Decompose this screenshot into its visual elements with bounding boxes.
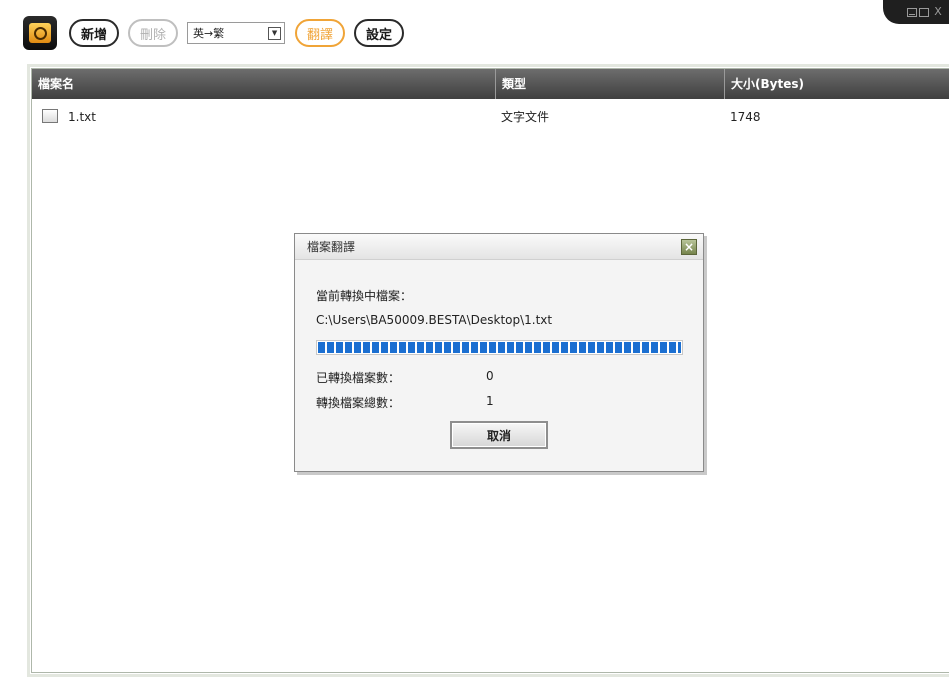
table-row[interactable]: 1.txt 文字文件 1748 <box>32 107 949 127</box>
translate-button[interactable]: 翻譯 <box>295 19 346 47</box>
column-header-name[interactable]: 檔案名 <box>32 69 495 99</box>
dialog-title: 檔案翻譯 <box>295 234 703 260</box>
progress-fill <box>318 342 681 353</box>
file-translation-dialog: 檔案翻譯 × 當前轉換中檔案： C:\Users\BA50009.BESTA\D… <box>294 233 704 472</box>
close-icon[interactable]: X <box>931 6 945 18</box>
file-size: 1748 <box>730 110 761 124</box>
dialog-title-text: 檔案翻譯 <box>307 240 356 254</box>
current-file-path: C:\Users\BA50009.BESTA\Desktop\1.txt <box>316 313 553 327</box>
close-icon[interactable]: × <box>681 239 697 255</box>
minimize-icon[interactable] <box>907 7 917 17</box>
camera-lens-icon[interactable] <box>23 16 57 50</box>
total-count-value: 1 <box>486 394 494 408</box>
cancel-button[interactable]: 取消 <box>450 421 548 449</box>
converted-count-value: 0 <box>486 369 494 383</box>
chevron-down-icon[interactable]: ▼ <box>268 26 282 40</box>
column-header-size[interactable]: 大小(Bytes) <box>724 69 949 99</box>
language-select-value: 英→繁 <box>193 27 225 40</box>
progress-bar <box>316 340 683 355</box>
file-type: 文字文件 <box>501 110 550 124</box>
current-file-label: 當前轉換中檔案： <box>316 289 413 303</box>
maximize-icon[interactable] <box>919 7 929 17</box>
column-header-type[interactable]: 類型 <box>495 69 724 99</box>
window-controls: X <box>883 0 949 24</box>
table-header: 檔案名 類型 大小(Bytes) <box>32 69 949 99</box>
total-count-label: 轉換檔案總數： <box>316 396 401 410</box>
toolbar: 新增 刪除 英→繁 ▼ 翻譯 設定 <box>23 16 413 50</box>
settings-button[interactable]: 設定 <box>354 19 405 47</box>
add-button[interactable]: 新增 <box>69 19 120 47</box>
language-select[interactable]: 英→繁 ▼ <box>187 22 286 44</box>
delete-button[interactable]: 刪除 <box>128 19 179 47</box>
text-file-icon <box>42 109 58 123</box>
file-name: 1.txt <box>68 110 96 124</box>
converted-count-label: 已轉換檔案數： <box>316 371 401 385</box>
